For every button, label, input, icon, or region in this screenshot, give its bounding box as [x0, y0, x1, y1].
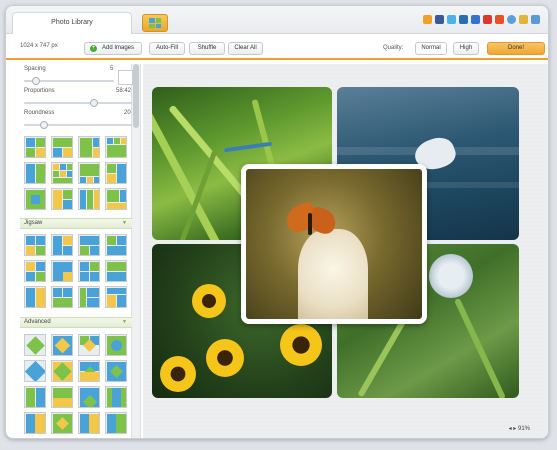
layout-thumbnail[interactable]: [24, 286, 46, 308]
layout-thumbnail[interactable]: [78, 360, 100, 382]
layout-thumbnail[interactable]: [78, 162, 100, 184]
layout-thumbnail[interactable]: [24, 234, 46, 256]
grid-layouts: [24, 136, 127, 210]
stumbleupon-icon[interactable]: [495, 15, 504, 24]
tab-photo-library[interactable]: Photo Library: [12, 12, 132, 34]
done-button[interactable]: Done!: [487, 42, 545, 55]
proportions-slider[interactable]: [24, 99, 132, 107]
email-icon[interactable]: [519, 15, 528, 24]
layout-thumbnail[interactable]: [105, 162, 127, 184]
tab-bar: Photo Library: [6, 6, 548, 34]
layout-thumbnail[interactable]: [105, 360, 127, 382]
chevron-down-icon: ▼: [122, 220, 127, 226]
clear-all-button[interactable]: Clear All: [228, 42, 263, 55]
proportions-label: Proportions: [24, 88, 55, 94]
plus-icon: +: [90, 45, 97, 52]
proportions-value: 58:42: [116, 88, 132, 94]
layout-thumbnail[interactable]: [105, 334, 127, 356]
toolbar: 1024 x 747 px + Add Images Auto-Fill Shu…: [6, 34, 548, 60]
fullscreen-icon[interactable]: [531, 15, 540, 24]
layout-thumbnail[interactable]: [51, 136, 73, 158]
layout-thumbnail[interactable]: [78, 260, 100, 282]
section-advanced[interactable]: Advanced ▼: [20, 317, 132, 328]
section-jigsaw[interactable]: Jigsaw ▼: [20, 218, 132, 229]
quality-normal-button[interactable]: Normal: [415, 42, 447, 55]
layout-thumbnail[interactable]: [78, 234, 100, 256]
layout-thumbnail[interactable]: [78, 136, 100, 158]
spacing-value: 5: [110, 66, 114, 72]
layout-thumbnail[interactable]: [51, 286, 73, 308]
layout-thumbnail[interactable]: [78, 286, 100, 308]
add-images-label: Add Images: [101, 45, 135, 51]
zoom-arrow-icon[interactable]: ◂ ▸: [509, 426, 518, 432]
roundness-slider-knob[interactable]: [40, 121, 48, 129]
spacing-slider[interactable]: [24, 77, 114, 85]
section-advanced-label: Advanced: [24, 319, 51, 325]
globe-icon[interactable]: [507, 15, 516, 24]
layout-thumbnail[interactable]: [105, 260, 127, 282]
layout-thumbnail[interactable]: [24, 136, 46, 158]
background-color-swatch[interactable]: [118, 70, 133, 85]
spacing-label: Spacing: [24, 66, 46, 72]
delicious-icon[interactable]: [471, 15, 480, 24]
layout-thumbnail[interactable]: [105, 234, 127, 256]
roundness-slider[interactable]: [24, 121, 132, 129]
layout-thumbnail[interactable]: [105, 286, 127, 308]
layout-thumbnail[interactable]: [105, 136, 127, 158]
layout-thumbnail[interactable]: [78, 412, 100, 434]
layout-thumbnail[interactable]: [51, 162, 73, 184]
layout-sidebar: Spacing 5 Proportions 58:42 Roundness 20…: [20, 64, 141, 438]
proportions-slider-knob[interactable]: [90, 99, 98, 107]
layout-thumbnail[interactable]: [24, 412, 46, 434]
share-icons: [423, 15, 540, 24]
quality-high-button[interactable]: High: [453, 42, 479, 55]
layout-thumbnail[interactable]: [105, 412, 127, 434]
collage-canvas[interactable]: ◂ ▸ 91%: [143, 64, 548, 438]
app-window: Photo Library 1024 x 747 px + Add Images…: [5, 5, 549, 439]
roundness-label: Roundness: [24, 110, 55, 116]
layout-thumbnail[interactable]: [51, 188, 73, 210]
digg-icon[interactable]: [459, 15, 468, 24]
jigsaw-layouts: [24, 234, 127, 308]
quality-label: Quality:: [383, 45, 404, 51]
layout-thumbnail[interactable]: [24, 162, 46, 184]
tab-collage-grid-icon[interactable]: [142, 14, 168, 32]
layout-thumbnail[interactable]: [24, 334, 46, 356]
layout-thumbnail[interactable]: [24, 360, 46, 382]
sidebar-scrollbar[interactable]: [131, 64, 140, 438]
layout-thumbnail[interactable]: [78, 334, 100, 356]
roundness-value: 20: [124, 110, 131, 116]
layout-thumbnail[interactable]: [78, 386, 100, 408]
layout-thumbnail[interactable]: [51, 260, 73, 282]
add-images-button[interactable]: + Add Images: [84, 42, 142, 55]
layout-thumbnail[interactable]: [51, 412, 73, 434]
zoom-level: 91%: [517, 426, 530, 432]
zoom-indicator[interactable]: ◂ ▸ 91%: [509, 425, 530, 432]
section-jigsaw-label: Jigsaw: [24, 220, 43, 226]
shuffle-button[interactable]: Shuffle: [189, 42, 225, 55]
layout-thumbnail[interactable]: [51, 360, 73, 382]
layout-thumbnail[interactable]: [24, 386, 46, 408]
layout-thumbnail[interactable]: [51, 234, 73, 256]
layout-thumbnail[interactable]: [24, 260, 46, 282]
layout-thumbnail[interactable]: [78, 188, 100, 210]
photo-butterfly[interactable]: [241, 164, 427, 324]
advanced-layouts: [24, 334, 127, 434]
layout-thumbnail[interactable]: [105, 386, 127, 408]
home-icon[interactable]: [423, 15, 432, 24]
scrollbar-thumb[interactable]: [133, 64, 139, 128]
chevron-down-icon: ▼: [122, 319, 127, 325]
reddit-icon[interactable]: [483, 15, 492, 24]
layout-thumbnail[interactable]: [105, 188, 127, 210]
layout-thumbnail[interactable]: [24, 188, 46, 210]
auto-fill-button[interactable]: Auto-Fill: [149, 42, 185, 55]
layout-thumbnail[interactable]: [51, 386, 73, 408]
twitter-icon[interactable]: [447, 15, 456, 24]
facebook-icon[interactable]: [435, 15, 444, 24]
canvas-dimensions: 1024 x 747 px: [20, 43, 58, 49]
spacing-slider-knob[interactable]: [32, 77, 40, 85]
layout-thumbnail[interactable]: [51, 334, 73, 356]
